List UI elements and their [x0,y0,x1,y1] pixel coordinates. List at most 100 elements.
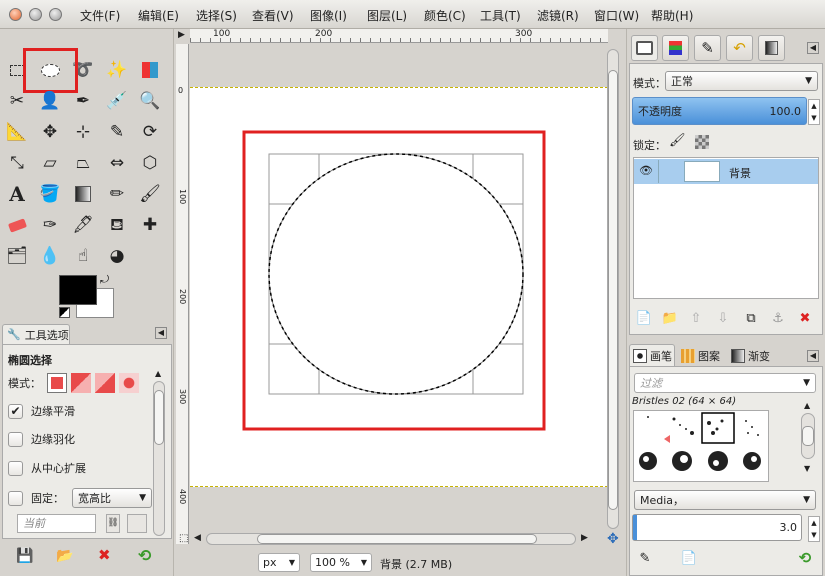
options-scrollbar[interactable] [153,381,165,536]
scale-tool-icon[interactable]: ⤡ [4,150,30,176]
raise-layer-icon[interactable]: ⇧ [686,311,706,326]
menu-select[interactable]: 选择(S) [196,7,237,24]
tab-channels[interactable] [662,35,689,61]
fuzzy-select-icon[interactable]: ✨ [104,57,130,83]
delete-options-icon[interactable]: ✖ [98,546,111,564]
rotate-tool-icon[interactable]: ⟳ [137,119,163,145]
anchor-layer-icon[interactable]: ⚓ [768,311,788,326]
color-select-icon[interactable] [137,57,163,83]
antialias-row[interactable]: ✔ 边缘平滑 [8,403,75,419]
default-colors-icon[interactable] [59,307,70,318]
tab-brushes[interactable]: 画笔 [629,344,675,366]
brush-preset-dropdown[interactable]: Media， ▼ [634,490,816,510]
tab-paths[interactable]: ✎ [694,35,721,61]
bucket-fill-icon[interactable]: 🪣 [37,181,63,207]
layer-mode-dropdown[interactable]: 正常 ▼ [665,71,818,91]
scroll-up-icon[interactable]: ▲ [804,401,810,410]
mode-replace-button[interactable] [47,373,67,393]
zoom-dropdown[interactable]: 100 % ▼ [310,553,372,572]
canvas-viewport[interactable] [190,44,608,534]
tab-gradient[interactable] [758,35,785,61]
eraser-tool-icon[interactable] [4,212,30,238]
airbrush-tool-icon[interactable]: ✑ [37,212,63,238]
measure-tool-icon[interactable]: 📐 [4,119,30,145]
reset-options-icon[interactable]: ⟲ [138,546,151,565]
menu-file[interactable]: 文件(F) [80,7,120,24]
tab-gradients[interactable]: 渐变 [729,346,775,366]
menu-image[interactable]: 图像(I) [310,7,347,24]
scroll-right-icon[interactable]: ▶ [581,533,588,543]
vertical-ruler[interactable]: 0 100 200 300 400 [176,44,189,544]
menu-colors[interactable]: 颜色(C) [424,7,466,24]
flip-tool-icon[interactable]: ⇔ [104,150,130,176]
lock-alpha-icon[interactable] [695,135,709,149]
fixed-checkbox[interactable] [8,490,23,506]
ink-tool-icon[interactable]: 🖋 [70,212,96,238]
panel-menu-icon[interactable]: ◀ [807,42,819,54]
dodge-burn-icon[interactable]: ◕ [104,243,130,269]
brush-grid[interactable] [633,410,769,482]
refresh-brushes-icon[interactable]: ⟲ [795,549,815,567]
minimize-window-icon[interactable] [29,8,42,21]
paintbrush-tool-icon[interactable]: 🖌 [137,181,163,207]
zoom-tool-icon[interactable]: 🔍 [137,88,163,114]
delete-layer-icon[interactable]: ✖ [795,311,815,326]
tab-patterns[interactable]: 图案 [679,346,725,366]
scroll-left-icon[interactable]: ◀ [194,533,201,543]
blur-tool-icon[interactable]: 💧 [37,243,63,269]
horizontal-scrollbar[interactable] [206,533,576,545]
feather-row[interactable]: 边缘羽化 [8,431,75,447]
panel-menu-icon[interactable]: ◀ [807,350,819,362]
horizontal-ruler[interactable]: 100 200 300 [190,29,608,43]
current-field[interactable]: 当前 [17,514,96,533]
align-tool-icon[interactable]: ⊹ [70,119,96,145]
spacing-slider[interactable]: 3.0 [632,514,802,541]
maximize-window-icon[interactable] [49,8,62,21]
opacity-slider[interactable]: 不透明度 100.0 [632,97,807,125]
fixed-dropdown[interactable]: 宽高比 ▼ [72,488,152,508]
layer-group-icon[interactable]: 📁 [660,311,680,326]
crop-tool-icon[interactable]: ✎ [104,119,130,145]
swap-colors-icon[interactable]: ⤾ [100,273,109,287]
panel-menu-icon[interactable]: ◀ [155,327,167,339]
opacity-stepper[interactable]: ▲ ▼ [808,99,820,125]
menu-filters[interactable]: 滤镜(R) [537,7,579,24]
menu-help[interactable]: 帮助(H) [651,7,693,24]
quick-mask-icon[interactable]: ⬚ [179,533,188,544]
tab-layers[interactable] [631,35,658,61]
spacing-stepper[interactable]: ▲ ▼ [808,516,820,542]
foreground-select-icon[interactable]: 👤 [37,88,63,114]
blend-tool-icon[interactable] [70,181,96,207]
menu-arrow-icon[interactable]: ▶ [178,30,185,40]
lock-pixels-icon[interactable]: 🖌 [669,133,686,148]
edit-brush-icon[interactable]: ✎ [635,551,655,566]
perspective-tool-icon[interactable]: ⏢ [70,150,96,176]
perspective-clone-icon[interactable]: 🗂 [4,243,30,269]
mode-subtract-button[interactable] [95,373,115,393]
save-options-icon[interactable]: 💾 [16,548,33,564]
layer-row[interactable]: 👁 背景 [634,159,818,184]
navigate-icon[interactable]: ✥ [607,531,619,547]
brush-filter-input[interactable]: 过滤 ▼ [634,373,816,393]
move-tool-icon[interactable]: ✥ [37,119,63,145]
chain-link-icon[interactable]: ⛓ [106,514,120,533]
lower-layer-icon[interactable]: ⇩ [713,311,733,326]
menu-edit[interactable]: 编辑(E) [138,7,179,24]
menu-windows[interactable]: 窗口(W) [594,7,639,24]
text-tool-icon[interactable]: A [4,181,30,207]
smudge-tool-icon[interactable]: ☝ [70,243,96,269]
foreground-color-swatch[interactable] [59,275,97,305]
close-window-icon[interactable] [9,8,22,21]
color-picker-icon[interactable]: 💉 [104,88,130,114]
antialias-checkbox[interactable]: ✔ [8,403,23,419]
expand-center-row[interactable]: 从中心扩展 [8,460,86,476]
tool-options-tab[interactable]: 🔧 工具选项 [2,324,70,344]
unit-dropdown[interactable]: px ▼ [258,553,300,572]
scroll-down-icon[interactable]: ▼ [804,464,810,473]
duplicate-layer-icon[interactable]: ⧉ [741,311,761,326]
clone-tool-icon[interactable]: ⛾ [104,212,130,238]
menu-tools[interactable]: 工具(T) [480,7,521,24]
feather-checkbox[interactable] [8,431,23,447]
vertical-scrollbar[interactable] [607,49,619,529]
visibility-eye-icon[interactable]: 👁 [639,164,653,177]
